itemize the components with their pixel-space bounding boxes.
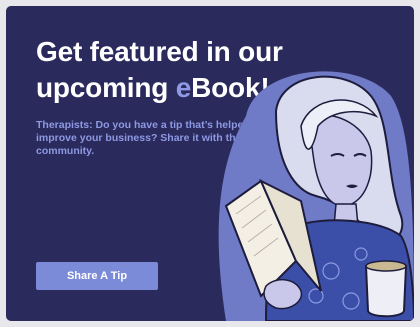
hand-shape: [263, 279, 303, 310]
headline-prefix: upcoming: [36, 72, 176, 103]
mug-top: [365, 260, 407, 272]
headline-accent-letter: e: [175, 72, 192, 103]
mug-shape: [364, 265, 408, 318]
woman-reading-book-illustration: [218, 71, 414, 321]
ebook-promo-banner: Get featured in our upcoming eBook! Thera…: [6, 6, 414, 321]
share-a-tip-button[interactable]: Share A Tip: [36, 262, 158, 290]
